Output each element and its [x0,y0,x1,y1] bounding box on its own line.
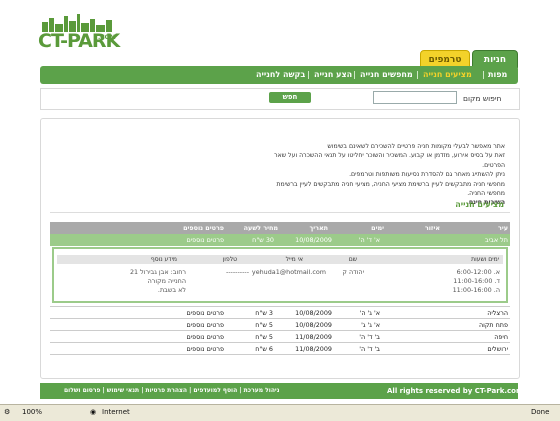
browser-status-bar: ⚙ 100% ◉ Internet Done [0,404,560,421]
footer-copyright: All rights reserved by CT-Park.com [387,387,524,395]
row-date: 11/08/2009 [295,345,332,353]
table-row-selected[interactable]: תל אביב א' ד' ה' 10/08/2009 30 ש"ח פרטים… [50,234,510,246]
zoom-level[interactable]: 100% [22,408,42,416]
more-details-link[interactable]: פרטים נוספים [186,345,224,353]
nav-item-maps[interactable]: מפות [488,66,507,84]
row-city: פתח תקוה [478,321,508,329]
detail-name: יהודה ק [342,268,364,276]
detail-header: ימים ושעות שם אי מייל טלפון מידע נוסף [57,255,503,264]
row-divider [50,306,510,307]
detail-email[interactable]: yehuda1@hotmail.com [252,268,326,276]
nav-item-offer-parking[interactable]: הצע חנייה [314,66,352,84]
detail-header-info: מידע נוסף [150,256,177,263]
header-price: מחיר לשעה [243,224,278,232]
detail-header-phone: טלפון [222,256,237,263]
footer-links[interactable]: ניהול מערכת | הוסף למועדפים | הצהרת פרטי… [64,387,279,394]
section-title: מציעים חנייה [455,200,504,209]
row-divider [50,330,510,331]
globe-icon: ◉ [90,408,97,416]
detail-info-covered: החנייה מקורה [147,277,186,285]
row-date: 10/08/2009 [295,236,332,244]
row-city: חיפה [494,333,508,341]
search-input[interactable] [373,91,457,104]
header-date: תאריך [309,224,328,232]
intro-line: ניתן להשתייג מאחר גם להסדרת נסיעות משותפ… [349,171,505,179]
nav-divider [354,71,355,79]
search-button[interactable]: חפש [269,92,311,103]
intro-text: אתר מאפשר לבעלי מקומות חניה פרטיים להשכי… [265,142,505,208]
table-header: עיר איזור ימים תאריך מחיר לשעה פרטים נוס… [50,222,510,234]
logo-domain: .COM [98,34,116,41]
row-days: ב' ד' ה' [359,345,380,353]
row-date: 10/08/2009 [295,309,332,317]
row-divider [50,318,510,319]
row-divider [50,342,510,343]
row-days: א' ג' ג' [361,321,380,329]
security-zone: Internet [102,408,130,416]
nav-item-seeking-parking[interactable]: מחפשים חנייה [360,66,413,84]
header-more: פרטים נוספים [183,224,224,232]
detail-header-name: שם [348,256,357,263]
more-details-link[interactable]: פרטים נוספים [186,236,224,244]
row-city: הרצליה [487,309,508,317]
detail-header-hours: ימים ושעות [471,256,499,263]
section-divider [50,212,510,213]
detail-hours-3: ה. 11:00-16:00 [452,286,500,294]
intro-line: זאת על בסיס אירוע, מזדמן או קבוע. המשכיר… [274,152,505,169]
row-price: 3 ש"ח [255,309,273,317]
detail-info-no-shabbat: לא בשבת. [157,286,186,294]
detail-hours-1: א. 6:00-12:00 [456,268,500,276]
footer: All rights reserved by CT-Park.com ניהול… [40,383,523,399]
row-days: ב' ד' ה' [359,333,380,341]
nav-item-request-parking[interactable]: בקשה לחנייה [256,66,305,84]
nav-divider [417,71,418,79]
more-details-link[interactable]: פרטים נוספים [186,321,224,329]
status-icon: ⚙ [4,408,11,416]
row-city: ירושלים [487,345,508,353]
more-details-link[interactable]: פרטים נוספים [186,333,224,341]
row-date: 11/08/2009 [295,333,332,341]
row-price: 5 ש"ח [255,333,273,341]
detail-phone: ---------- [225,268,249,276]
search-label: חיפוש מקום [463,94,502,103]
search-button-label: חפש [282,93,298,101]
row-days: א' ד' ה' [358,236,380,244]
intro-line: מחפשי חניה מתבקשים לעיין ברשימת מציעי הח… [276,180,505,198]
detail-hours-2: ד. 11:00-16:00 [453,277,500,285]
row-date: 10/08/2009 [295,321,332,329]
row-days: א' ג' ה' [359,309,380,317]
detail-header-email: אי מייל [285,256,303,263]
row-price: 5 ש"ח [255,321,273,329]
header-area: איזור [424,224,440,232]
detail-info-street: רחוב: אבן גבירול 21 [129,268,186,276]
row-city: תל אביב [485,236,508,244]
row-price: 6 ש"ח [255,345,273,353]
nav-item-offering-parking[interactable]: מציעים חנייה [423,66,472,84]
status-done: Done [531,408,550,416]
header-city: עיר [498,224,508,232]
intro-line: אתר מאפשר לבעלי מקומות חניה פרטיים להשכי… [327,143,505,150]
nav-divider [483,71,484,79]
header-days: ימים [371,224,384,232]
row-divider [50,354,510,355]
nav-divider [308,71,309,79]
more-details-link[interactable]: פרטים נוספים [186,309,224,317]
ct-park-logo[interactable]: CT-PARK .COM [38,14,120,52]
row-price: 30 ש"ח [252,236,274,244]
